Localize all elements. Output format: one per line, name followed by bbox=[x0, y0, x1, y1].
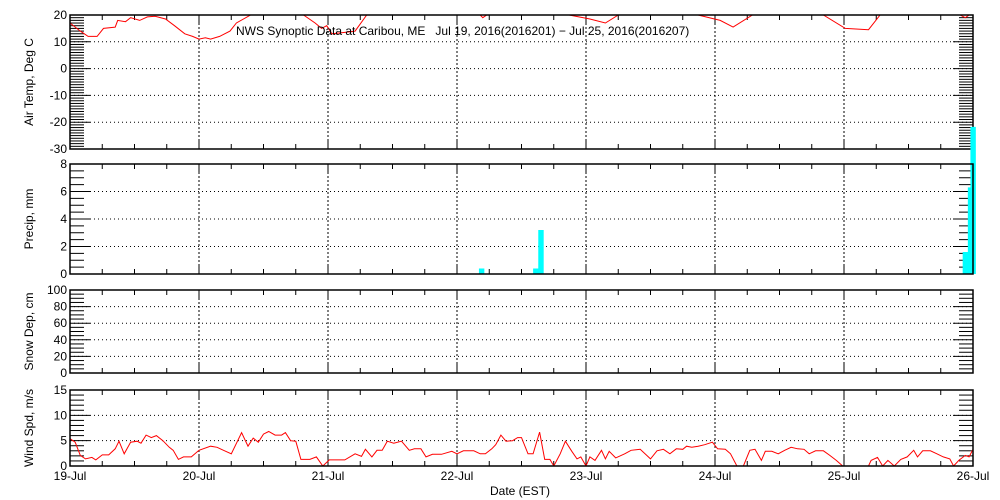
y-tick-label: 2 bbox=[60, 240, 67, 254]
x-tick-label: 24-Jul bbox=[699, 469, 732, 483]
y-axis-label-precip: Precip, mm bbox=[22, 189, 36, 250]
precip-bar bbox=[478, 268, 485, 274]
y-tick-label: 80 bbox=[54, 300, 68, 314]
y-tick-label: 100 bbox=[47, 283, 67, 297]
y-tick-label: 5 bbox=[60, 434, 67, 448]
nws-synoptic-chart: -30 -20 -10 0 10 20 Air Temp, Deg C 0 2 4 6 8 Precip… bbox=[22, 8, 990, 498]
x-tick-label: 25-Jul bbox=[828, 469, 861, 483]
panel-frame bbox=[69, 289, 974, 374]
panel-wind: 051015Wind Spd, m/s bbox=[22, 383, 974, 473]
y-tick-label: 4 bbox=[60, 212, 67, 226]
y-tick-label: -10 bbox=[50, 88, 68, 102]
x-tick-label: 23-Jul bbox=[570, 469, 603, 483]
y-tick-label: 6 bbox=[60, 185, 67, 199]
y-tick-label: 15 bbox=[54, 383, 68, 397]
y-tick-label: 0 bbox=[60, 62, 67, 76]
precip-bar bbox=[962, 252, 969, 274]
y-tick-label: -20 bbox=[50, 115, 68, 129]
y-tick-label: 60 bbox=[54, 316, 68, 330]
precip-bar bbox=[538, 230, 544, 274]
chart-title: NWS Synoptic Data at Caribou, ME Jul 19,… bbox=[236, 24, 689, 38]
x-tick-label: 22-Jul bbox=[441, 469, 474, 483]
y-tick-label: -30 bbox=[50, 142, 68, 156]
y-tick-label: 10 bbox=[54, 35, 68, 49]
panel-frame bbox=[69, 389, 974, 467]
precip-bar bbox=[533, 268, 539, 274]
x-tick-label: 21-Jul bbox=[312, 469, 345, 483]
x-tick-label: 20-Jul bbox=[183, 469, 216, 483]
panel-frame bbox=[69, 163, 974, 275]
x-tick-label: 26-Jul bbox=[957, 469, 990, 483]
y-axis-label-snow: Snow Dep, cm bbox=[22, 292, 36, 370]
panel-snow: 0 20 40 60 80 100 Snow Dep, cm bbox=[22, 283, 974, 380]
x-tick-label: 19-Jul bbox=[54, 469, 87, 483]
y-tick-label: 40 bbox=[54, 333, 68, 347]
y-axis-label-temp: Air Temp, Deg C bbox=[22, 38, 36, 126]
y-tick-label: 0 bbox=[60, 267, 67, 281]
y-tick-label: 8 bbox=[60, 157, 67, 171]
y-tick-label: 10 bbox=[54, 408, 68, 422]
y-tick-label: 20 bbox=[54, 8, 68, 22]
panel-precip: 0 2 4 6 8 Precip, mm bbox=[22, 126, 976, 281]
y-axis-label-wind: Wind Spd, m/s bbox=[22, 389, 36, 467]
x-axis-label: Date (EST) bbox=[490, 484, 550, 498]
y-tick-label: 0 bbox=[60, 366, 67, 380]
series-line-wind bbox=[70, 430, 973, 466]
y-tick-label: 20 bbox=[54, 349, 68, 363]
